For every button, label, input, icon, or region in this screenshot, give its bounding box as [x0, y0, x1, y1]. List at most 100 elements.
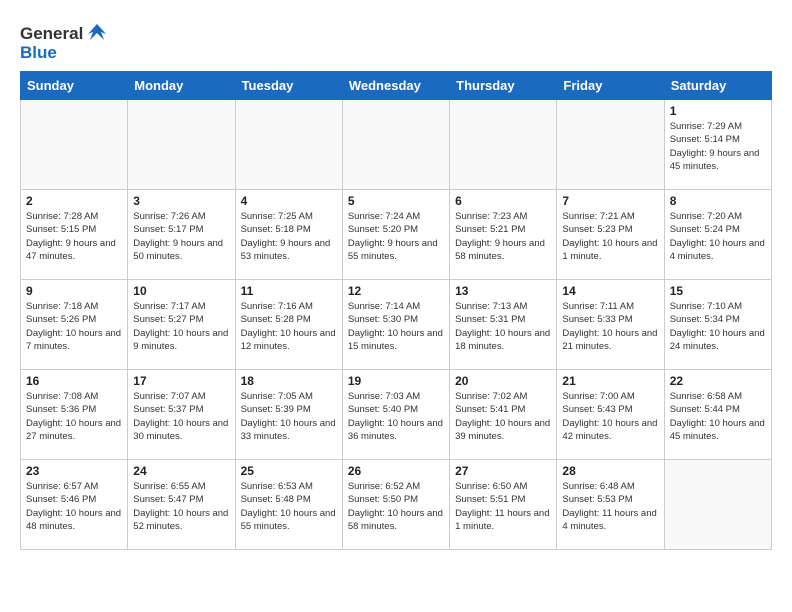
day-info: Sunrise: 6:57 AM Sunset: 5:46 PM Dayligh… — [26, 480, 122, 533]
day-number: 13 — [455, 284, 551, 298]
day-number: 22 — [670, 374, 766, 388]
calendar-day-cell: 24 Sunrise: 6:55 AM Sunset: 5:47 PM Dayli… — [128, 460, 235, 550]
day-number: 5 — [348, 194, 444, 208]
calendar-header-row: SundayMondayTuesdayWednesdayThursdayFrid… — [21, 72, 772, 100]
calendar-day-cell: 25Sunrise: 6:53 AM Sunset: 5:48 PM Dayli… — [235, 460, 342, 550]
day-info: Sunrise: 7:14 AM Sunset: 5:30 PM Dayligh… — [348, 300, 444, 353]
day-info: Sunrise: 7:11 AM Sunset: 5:33 PM Dayligh… — [562, 300, 658, 353]
day-info: Sunrise: 6:55 AM Sunset: 5:47 PM Dayligh… — [133, 480, 229, 533]
calendar-day-cell — [557, 100, 664, 190]
day-number: 24 — [133, 464, 229, 478]
day-number: 12 — [348, 284, 444, 298]
calendar-day-cell — [342, 100, 449, 190]
weekday-header: Sunday — [21, 72, 128, 100]
day-info: Sunrise: 6:48 AM Sunset: 5:53 PM Dayligh… — [562, 480, 658, 533]
logo-general-text: General — [20, 24, 83, 44]
day-number: 20 — [455, 374, 551, 388]
calendar-day-cell: 11 Sunrise: 7:16 AM Sunset: 5:28 PM Dayli… — [235, 280, 342, 370]
weekday-header: Thursday — [450, 72, 557, 100]
day-number: 26 — [348, 464, 444, 478]
day-info: Sunrise: 7:20 AM Sunset: 5:24 PM Dayligh… — [670, 210, 766, 263]
day-info: Sunrise: 7:25 AM Sunset: 5:18 PM Dayligh… — [241, 210, 337, 263]
day-info: Sunrise: 7:00 AM Sunset: 5:43 PM Dayligh… — [562, 390, 658, 443]
day-number: 19 — [348, 374, 444, 388]
day-number: 1 — [670, 104, 766, 118]
day-number: 16 — [26, 374, 122, 388]
calendar-day-cell: 3Sunrise: 7:26 AM Sunset: 5:17 PM Daylig… — [128, 190, 235, 280]
calendar-day-cell: 10 Sunrise: 7:17 AM Sunset: 5:27 PM Dayli… — [128, 280, 235, 370]
calendar-week-row: 23 Sunrise: 6:57 AM Sunset: 5:46 PM Dayli… — [21, 460, 772, 550]
calendar-week-row: 16 Sunrise: 7:08 AM Sunset: 5:36 PM Dayli… — [21, 370, 772, 460]
calendar-day-cell: 18 Sunrise: 7:05 AM Sunset: 5:39 PM Dayli… — [235, 370, 342, 460]
day-info: Sunrise: 7:18 AM Sunset: 5:26 PM Dayligh… — [26, 300, 122, 353]
day-info: Sunrise: 7:17 AM Sunset: 5:27 PM Dayligh… — [133, 300, 229, 353]
day-number: 11 — [241, 284, 337, 298]
day-info: Sunrise: 7:02 AM Sunset: 5:41 PM Dayligh… — [455, 390, 551, 443]
day-number: 9 — [26, 284, 122, 298]
day-info: Sunrise: 7:07 AM Sunset: 5:37 PM Dayligh… — [133, 390, 229, 443]
calendar-day-cell: 13 Sunrise: 7:13 AM Sunset: 5:31 PM Dayli… — [450, 280, 557, 370]
day-number: 10 — [133, 284, 229, 298]
calendar-day-cell: 7Sunrise: 7:21 AM Sunset: 5:23 PM Daylig… — [557, 190, 664, 280]
day-number: 28 — [562, 464, 658, 478]
day-number: 21 — [562, 374, 658, 388]
day-number: 27 — [455, 464, 551, 478]
calendar-day-cell: 16 Sunrise: 7:08 AM Sunset: 5:36 PM Dayli… — [21, 370, 128, 460]
day-number: 14 — [562, 284, 658, 298]
weekday-header: Tuesday — [235, 72, 342, 100]
calendar-day-cell: 12 Sunrise: 7:14 AM Sunset: 5:30 PM Dayli… — [342, 280, 449, 370]
calendar-day-cell: 5 Sunrise: 7:24 AM Sunset: 5:20 PM Daylig… — [342, 190, 449, 280]
day-number: 17 — [133, 374, 229, 388]
day-number: 18 — [241, 374, 337, 388]
calendar-day-cell — [450, 100, 557, 190]
day-number: 23 — [26, 464, 122, 478]
calendar-week-row: 9 Sunrise: 7:18 AM Sunset: 5:26 PM Daylig… — [21, 280, 772, 370]
calendar-day-cell: 4Sunrise: 7:25 AM Sunset: 5:18 PM Daylig… — [235, 190, 342, 280]
calendar-week-row: 1 Sunrise: 7:29 AM Sunset: 5:14 PM Daylig… — [21, 100, 772, 190]
day-info: Sunrise: 7:16 AM Sunset: 5:28 PM Dayligh… — [241, 300, 337, 353]
calendar-day-cell: 6 Sunrise: 7:23 AM Sunset: 5:21 PM Daylig… — [450, 190, 557, 280]
day-number: 6 — [455, 194, 551, 208]
day-number: 2 — [26, 194, 122, 208]
day-info: Sunrise: 7:29 AM Sunset: 5:14 PM Dayligh… — [670, 120, 766, 173]
day-info: Sunrise: 7:23 AM Sunset: 5:21 PM Dayligh… — [455, 210, 551, 263]
calendar-day-cell: 2 Sunrise: 7:28 AM Sunset: 5:15 PM Daylig… — [21, 190, 128, 280]
calendar-day-cell: 23 Sunrise: 6:57 AM Sunset: 5:46 PM Dayli… — [21, 460, 128, 550]
weekday-header: Wednesday — [342, 72, 449, 100]
day-info: Sunrise: 7:03 AM Sunset: 5:40 PM Dayligh… — [348, 390, 444, 443]
day-info: Sunrise: 7:08 AM Sunset: 5:36 PM Dayligh… — [26, 390, 122, 443]
day-info: Sunrise: 6:50 AM Sunset: 5:51 PM Dayligh… — [455, 480, 551, 533]
weekday-header: Friday — [557, 72, 664, 100]
day-info: Sunrise: 7:21 AM Sunset: 5:23 PM Dayligh… — [562, 210, 658, 263]
calendar-day-cell: 9 Sunrise: 7:18 AM Sunset: 5:26 PM Daylig… — [21, 280, 128, 370]
calendar-day-cell: 14 Sunrise: 7:11 AM Sunset: 5:33 PM Dayli… — [557, 280, 664, 370]
calendar-day-cell — [128, 100, 235, 190]
calendar-day-cell: 21 Sunrise: 7:00 AM Sunset: 5:43 PM Dayli… — [557, 370, 664, 460]
day-number: 25 — [241, 464, 337, 478]
day-info: Sunrise: 7:05 AM Sunset: 5:39 PM Dayligh… — [241, 390, 337, 443]
calendar-day-cell: 8 Sunrise: 7:20 AM Sunset: 5:24 PM Daylig… — [664, 190, 771, 280]
calendar-week-row: 2 Sunrise: 7:28 AM Sunset: 5:15 PM Daylig… — [21, 190, 772, 280]
calendar-day-cell: 20 Sunrise: 7:02 AM Sunset: 5:41 PM Dayli… — [450, 370, 557, 460]
calendar-table: SundayMondayTuesdayWednesdayThursdayFrid… — [20, 71, 772, 550]
day-info: Sunrise: 7:13 AM Sunset: 5:31 PM Dayligh… — [455, 300, 551, 353]
calendar-day-cell: 26 Sunrise: 6:52 AM Sunset: 5:50 PM Dayli… — [342, 460, 449, 550]
logo: General Blue — [20, 20, 108, 63]
calendar-day-cell: 22 Sunrise: 6:58 AM Sunset: 5:44 PM Dayli… — [664, 370, 771, 460]
day-info: Sunrise: 6:58 AM Sunset: 5:44 PM Dayligh… — [670, 390, 766, 443]
logo-bird-icon — [86, 20, 108, 47]
calendar-day-cell: 19 Sunrise: 7:03 AM Sunset: 5:40 PM Dayli… — [342, 370, 449, 460]
day-info: Sunrise: 6:52 AM Sunset: 5:50 PM Dayligh… — [348, 480, 444, 533]
weekday-header: Saturday — [664, 72, 771, 100]
weekday-header: Monday — [128, 72, 235, 100]
day-number: 8 — [670, 194, 766, 208]
calendar-day-cell — [235, 100, 342, 190]
calendar-day-cell: 15Sunrise: 7:10 AM Sunset: 5:34 PM Dayli… — [664, 280, 771, 370]
logo-blue-text: Blue — [20, 43, 57, 63]
calendar-day-cell — [664, 460, 771, 550]
day-info: Sunrise: 7:24 AM Sunset: 5:20 PM Dayligh… — [348, 210, 444, 263]
calendar-day-cell: 28 Sunrise: 6:48 AM Sunset: 5:53 PM Dayli… — [557, 460, 664, 550]
calendar-day-cell — [21, 100, 128, 190]
day-number: 3 — [133, 194, 229, 208]
day-info: Sunrise: 7:28 AM Sunset: 5:15 PM Dayligh… — [26, 210, 122, 263]
